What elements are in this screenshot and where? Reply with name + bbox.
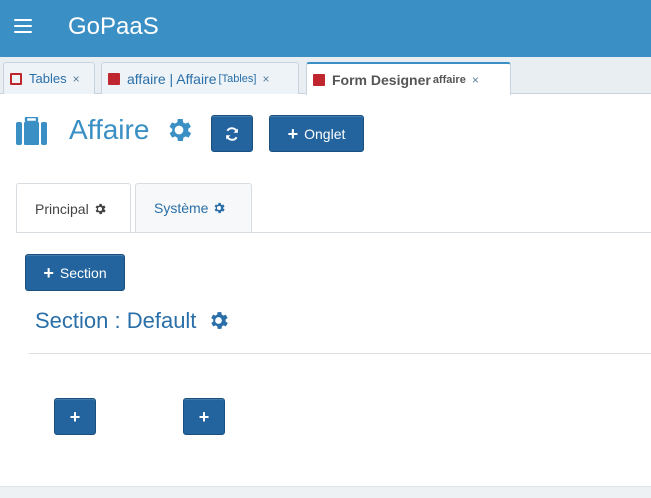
tab-label: Tables [29,71,67,86]
tab-form-designer[interactable]: Form Designer affaire × [306,62,511,95]
page-title: Affaire [69,114,150,145]
add-section-label: Section [59,264,107,281]
table-icon [313,73,325,86]
table-icon [10,72,22,85]
tab-sublabel: [Tables] [218,72,257,85]
footer-bar [0,486,651,498]
section-divider [29,353,651,354]
tab-tables[interactable]: Tables × [3,62,95,94]
close-icon[interactable]: × [73,72,80,86]
inner-tab-principal[interactable]: Principal [16,183,131,233]
gear-icon[interactable] [164,115,194,145]
briefcase-icon [16,117,47,145]
refresh-icon [226,126,238,141]
gear-icon[interactable] [212,201,226,215]
close-icon[interactable]: × [262,72,269,86]
table-icon [108,72,120,85]
add-field-button[interactable]: + [54,398,96,435]
add-tab-button[interactable]: + Onglet [269,115,364,152]
inner-tab-label: Système [154,200,209,216]
tab-divider [16,232,651,233]
tab-label: Form Designer [332,71,431,88]
close-icon[interactable]: × [472,73,479,87]
plus-icon: + [69,406,81,427]
add-field-button[interactable]: + [183,398,225,435]
gear-icon[interactable] [207,309,230,332]
hamburger-icon[interactable] [14,19,32,33]
app-title: GoPaaS [68,13,159,40]
plus-icon: + [287,123,299,144]
add-section-button[interactable]: + Section [25,254,125,291]
plus-icon: + [43,262,54,283]
inner-tab-systeme[interactable]: Système [135,183,252,232]
tab-strip: Tables × affaire | Affaire [Tables] × Fo… [0,57,651,95]
tab-sublabel: affaire [432,73,466,86]
app-header: GoPaaS [0,0,651,57]
add-tab-label: Onglet [304,125,346,142]
inner-tab-label: Principal [35,200,89,217]
plus-icon: + [198,406,210,427]
section-title: Section : Default [35,308,197,333]
tab-affaire[interactable]: affaire | Affaire [Tables] × [101,62,299,94]
gear-icon[interactable] [93,202,107,216]
tab-label: affaire | Affaire [127,70,217,87]
refresh-button[interactable] [211,115,253,152]
